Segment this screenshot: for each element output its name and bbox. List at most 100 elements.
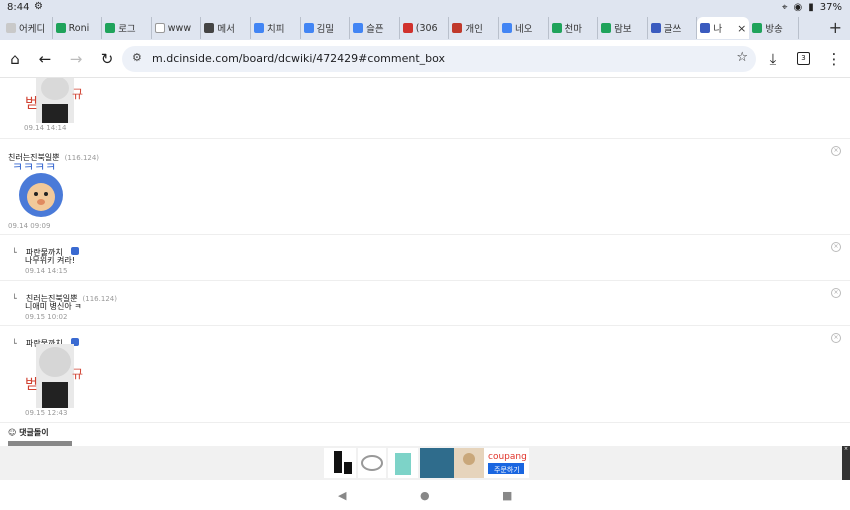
favicon-icon xyxy=(752,23,763,33)
comment-item: 벋 규 09.14 14:14 xyxy=(0,78,850,139)
menu-icon[interactable]: ⋮ xyxy=(825,50,843,68)
location-icon: ⌖ xyxy=(781,2,788,13)
reply-arrow-icon: └ xyxy=(12,294,17,303)
tab-8[interactable]: (306 xyxy=(400,17,450,39)
tab-5[interactable]: 치피 xyxy=(251,17,301,39)
tab-label: 람보 xyxy=(614,24,632,35)
svg-text:규: 규 xyxy=(72,367,83,381)
comment-date: 09.15 12:43 xyxy=(25,409,68,417)
favicon-icon xyxy=(551,23,562,33)
favicon-icon xyxy=(353,23,364,33)
nav-recents-icon[interactable]: ■ xyxy=(502,489,512,502)
comment-date: 09.14 09:09 xyxy=(8,222,51,230)
battery-percent: 37% xyxy=(819,2,842,13)
tab-3[interactable]: www xyxy=(152,17,202,39)
android-nav-bar: ◀ ● ■ xyxy=(0,480,850,510)
favicon-icon xyxy=(650,23,661,33)
favicon-icon xyxy=(6,23,16,33)
favicon-icon xyxy=(154,23,165,33)
tab-14[interactable]: 나 × xyxy=(697,17,750,39)
comment-bot-icon: ☺ xyxy=(8,428,17,437)
nav-back-icon[interactable]: ◀ xyxy=(338,489,346,502)
tab-6[interactable]: 김밀 xyxy=(301,17,351,39)
svg-text:coupang: coupang xyxy=(488,452,527,462)
back-icon[interactable]: ← xyxy=(36,50,54,68)
favicon-icon xyxy=(55,23,66,33)
comment-date: 09.15 10:02 xyxy=(25,313,68,321)
tab-10[interactable]: 네오 xyxy=(499,17,549,39)
tab-15[interactable]: 방송 xyxy=(749,17,799,39)
delete-comment-button[interactable]: × xyxy=(831,333,841,343)
tab-label: 어케디 xyxy=(19,24,46,35)
reply-item: └ 파란물까치 × 나무위키 켜라! 09.14 14:15 xyxy=(0,235,850,281)
favicon-icon xyxy=(501,23,512,33)
comment-date: 09.14 14:14 xyxy=(24,124,67,132)
tab-strip: 어케디 Roni 로그 www 메서 치피 김밀 슬픈 (306 개인 네오 천마 람보 글쓰 나 × 방송 + xyxy=(0,16,850,40)
favicon-icon xyxy=(601,23,612,33)
forward-icon[interactable]: → xyxy=(67,50,85,68)
ad-products: coupang 주문하기 xyxy=(324,448,529,478)
comment-ip: (116.124) xyxy=(82,295,117,303)
tab-label: 김밀 xyxy=(316,24,335,35)
svg-text:벋: 벋 xyxy=(25,96,38,112)
tab-label: Roni xyxy=(68,22,90,34)
status-bar: 8:44 ⚙ ⌖ ◉ ▮ 37% xyxy=(0,0,850,16)
tab-label: 나 xyxy=(713,24,723,35)
comment-date: 09.14 14:15 xyxy=(25,267,68,275)
favicon-icon xyxy=(452,23,463,33)
anime-sticker: 벋 규 xyxy=(25,78,83,123)
svg-text:벋: 벋 xyxy=(25,377,38,393)
comment-item: 친러는진북일뿐 (116.124) × ㅋㅋㅋㅋ 09.14 09:09 xyxy=(0,139,850,235)
url-text[interactable]: m.dcinside.com/board/dcwiki/472429#comme… xyxy=(152,52,445,65)
tab-13[interactable]: 글쓰 xyxy=(648,17,698,39)
nav-home-icon[interactable]: ● xyxy=(420,489,430,502)
reload-icon[interactable]: ↻ xyxy=(98,50,116,68)
comment-bot-header: ☺ 댓글돌이 xyxy=(8,427,49,438)
favicon-icon xyxy=(105,23,116,33)
tab-label: 로그 xyxy=(118,24,136,35)
svg-text:규: 규 xyxy=(72,87,83,101)
favicon-icon xyxy=(700,23,711,33)
reply-arrow-icon: └ xyxy=(12,339,17,348)
tab-9[interactable]: 개인 xyxy=(449,17,499,39)
tab-0[interactable]: 어케디 xyxy=(3,17,53,39)
home-icon[interactable]: ⌂ xyxy=(6,50,24,68)
new-tab-button[interactable]: + xyxy=(829,18,842,37)
address-bar[interactable]: ⚙ m.dcinside.com/board/dcwiki/472429#com… xyxy=(122,46,756,72)
wifi-icon: ◉ xyxy=(793,2,803,13)
delete-comment-button[interactable]: × xyxy=(831,242,841,252)
favicon-icon xyxy=(204,23,215,33)
tab-label: 방송 xyxy=(765,24,783,35)
tab-label: www xyxy=(167,22,192,34)
ad-close-icon[interactable]: × xyxy=(842,446,850,480)
anime-sticker: 벋 규 xyxy=(25,344,83,408)
tab-label: 치피 xyxy=(266,24,285,35)
svg-text:주문하기: 주문하기 xyxy=(494,465,520,474)
clock: 8:44 xyxy=(7,2,30,13)
download-icon[interactable]: ⤓ xyxy=(764,50,782,68)
delete-comment-button[interactable]: × xyxy=(831,146,841,156)
tab-label: 네오 xyxy=(514,24,533,35)
tab-11[interactable]: 천마 xyxy=(549,17,599,39)
tab-label: (306 xyxy=(415,22,438,34)
gear-icon: ⚙ xyxy=(34,1,43,12)
gallog-badge-icon xyxy=(70,246,79,255)
site-settings-icon[interactable]: ⚙ xyxy=(132,51,142,64)
tab-label: 천마 xyxy=(564,24,583,35)
svg-text:ㅋㅋㅋㅋ: ㅋㅋㅋㅋ xyxy=(12,160,56,174)
reply-arrow-icon: └ xyxy=(12,248,17,257)
tab-12[interactable]: 람보 xyxy=(598,17,648,39)
tab-switcher-button[interactable]: 3 xyxy=(797,52,810,65)
tab-1[interactable]: Roni xyxy=(53,17,103,39)
tab-4[interactable]: 메서 xyxy=(201,17,251,39)
close-tab-icon[interactable]: × xyxy=(737,22,746,35)
tab-7[interactable]: 슬픈 xyxy=(350,17,400,39)
tab-label: 글쓰 xyxy=(663,24,682,35)
delete-comment-button[interactable]: × xyxy=(831,288,841,298)
tab-2[interactable]: 로그 xyxy=(102,17,152,39)
ad-banner[interactable]: coupang 주문하기 × xyxy=(0,446,850,480)
tab-label: 메서 xyxy=(217,24,235,35)
lion-sticker: ㅋㅋㅋㅋ xyxy=(12,160,63,217)
star-icon[interactable]: ☆ xyxy=(736,50,748,65)
favicon-icon xyxy=(303,23,314,33)
